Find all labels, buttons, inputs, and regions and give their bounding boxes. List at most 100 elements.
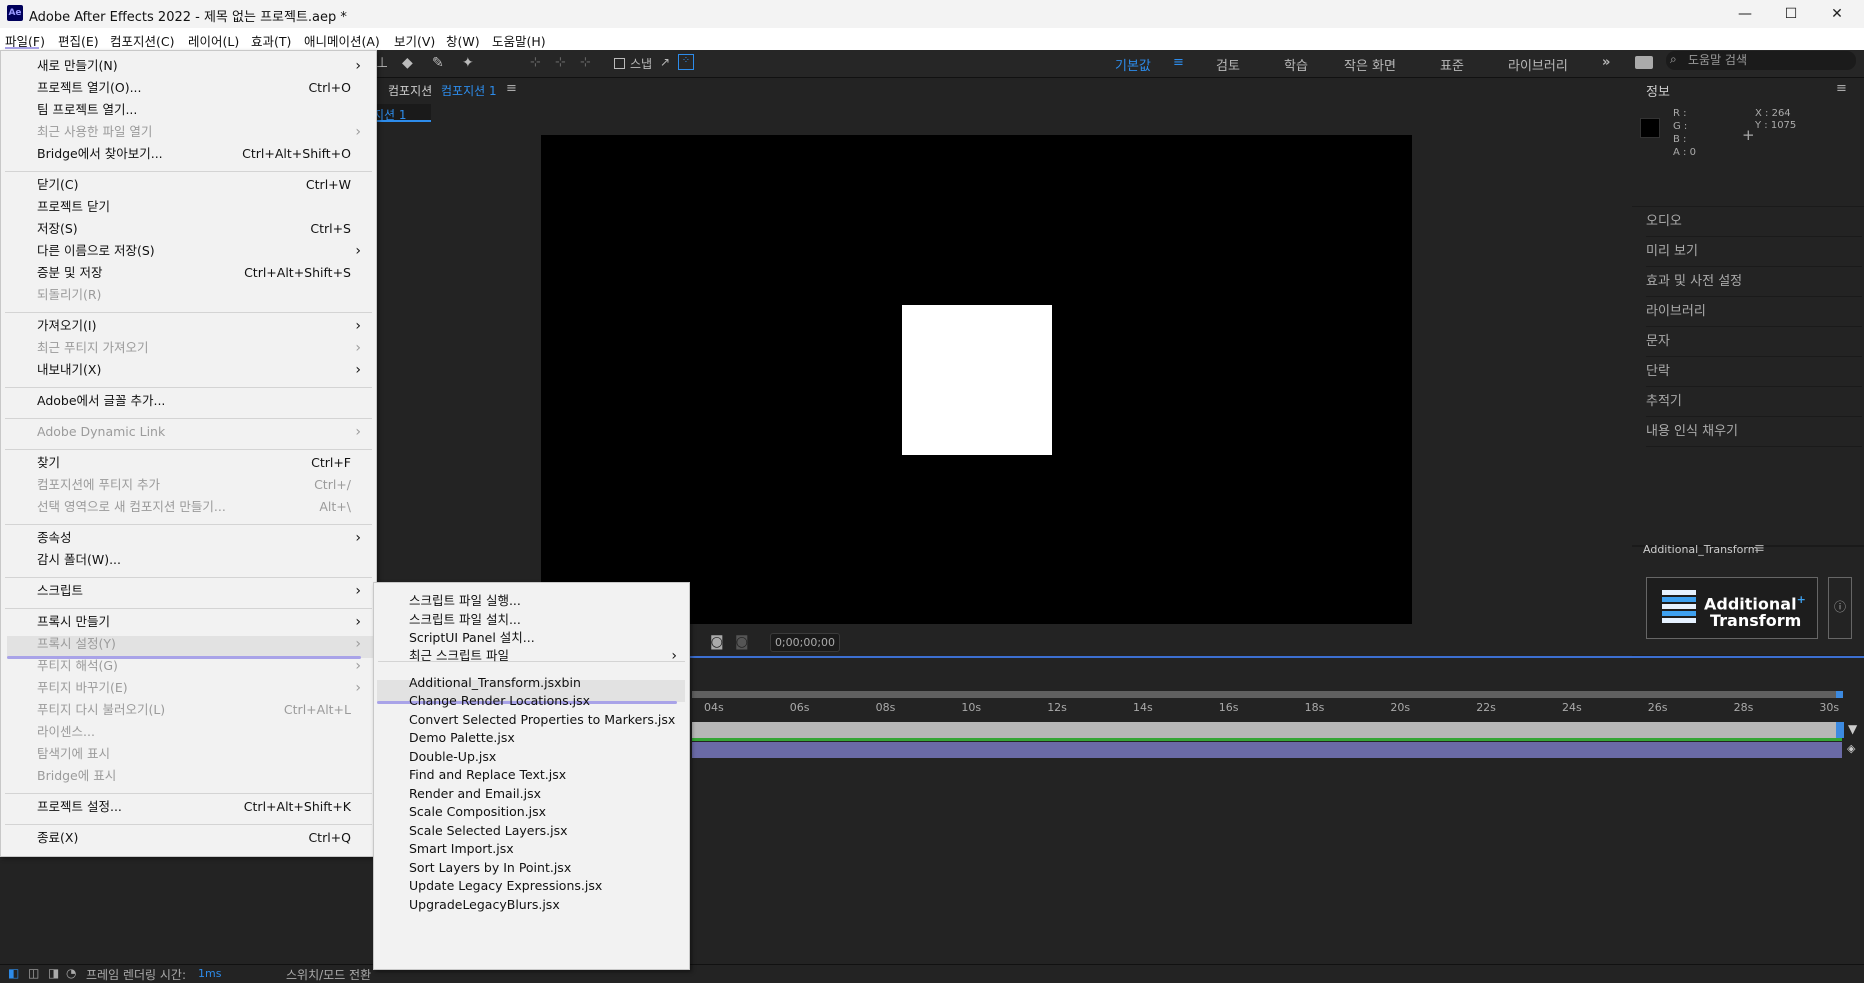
layer-bar-purple[interactable] — [692, 742, 1842, 758]
panel-effects-presets[interactable]: 효과 및 사전 설정 — [1646, 267, 1862, 297]
file-menu-item[interactable]: 새로 만들기(N) › — [37, 55, 367, 77]
file-menu-item[interactable]: 다른 이름으로 저장(S) › — [37, 240, 367, 262]
panel-preview[interactable]: 미리 보기 — [1646, 237, 1862, 267]
white-solid-layer[interactable] — [902, 305, 1052, 455]
file-menu-item[interactable]: 증분 및 저장 Ctrl+Alt+Shift+S — [37, 262, 367, 284]
file-menu-item[interactable]: Adobe에서 글꼴 추가... — [37, 390, 367, 412]
puppet-pin-icon[interactable]: ⊥ — [376, 55, 388, 71]
file-menu-item[interactable]: Bridge에서 찾아보기... Ctrl+Alt+Shift+O — [37, 143, 367, 165]
menu-separator — [5, 387, 372, 388]
script-menu-item[interactable]: 최근 스크립트 파일 › — [409, 645, 689, 667]
panel-content-aware-fill[interactable]: 내용 인식 채우기 — [1646, 417, 1862, 447]
panel-menu-icon[interactable]: ≡ — [506, 81, 517, 96]
layer-end-marker[interactable] — [1836, 722, 1844, 738]
panel-paragraph[interactable]: 단락 — [1646, 357, 1862, 387]
additional-transform-menu-icon[interactable]: ≡ — [1754, 541, 1765, 556]
menu-effect[interactable]: 효과(T) — [251, 31, 291, 50]
info-menu-icon[interactable]: ≡ — [1836, 81, 1847, 96]
layers-toggle-icon[interactable]: ◧ — [8, 966, 19, 980]
file-menu-item[interactable]: 종료(X) Ctrl+Q — [37, 827, 367, 849]
menu-file-underline — [5, 47, 39, 49]
switches-modes-toggle[interactable]: 스위치/모드 전환 — [286, 966, 371, 983]
file-menu-item[interactable]: 저장(S) Ctrl+S — [37, 218, 367, 240]
chevron-right-icon: › — [355, 58, 361, 74]
workspace-more-icon[interactable]: » — [1602, 55, 1610, 70]
file-menu-item-shortcut: Ctrl+Alt+L — [283, 702, 351, 717]
info-panel-title[interactable]: 정보 — [1646, 81, 1670, 100]
workspace-default[interactable]: 기본값 — [1115, 55, 1151, 74]
keyframe-nav-icon[interactable]: ◈ — [1847, 742, 1855, 755]
render-time-icon[interactable]: ◔ — [66, 966, 76, 980]
menu-edit[interactable]: 편집(E) — [58, 31, 99, 50]
layer-bar-gray[interactable] — [692, 722, 1842, 738]
file-menu: 새로 만들기(N) › 프로젝트 열기(O)... Ctrl+O 팀 프로젝트 열기..… — [0, 50, 377, 857]
roto-brush-icon[interactable]: ✎ — [432, 55, 444, 71]
maximize-button[interactable]: ☐ — [1768, 2, 1814, 26]
title-bar: Ae Adobe After Effects 2022 - 제목 없는 프로젝트… — [0, 0, 1864, 28]
file-menu-item-label: 라이센스... — [37, 724, 95, 739]
file-menu-item[interactable]: 내보내기(X) › — [37, 359, 367, 381]
transfer-controls-icon[interactable]: ◨ — [48, 966, 59, 980]
close-button[interactable]: ✕ — [1814, 2, 1860, 26]
workspace-small-screen[interactable]: 작은 화면 — [1344, 55, 1396, 74]
file-menu-item[interactable]: 팀 프로젝트 열기... — [37, 99, 367, 121]
snap-checkbox[interactable] — [614, 58, 625, 69]
panel-tracker[interactable]: 추적기 — [1646, 387, 1862, 417]
time-ruler[interactable] — [692, 700, 1842, 718]
menu-view[interactable]: 보기(V) — [394, 31, 435, 50]
file-menu-item-label: 푸티지 해석(G) — [37, 658, 118, 673]
file-menu-item[interactable]: 프로젝트 열기(O)... Ctrl+O — [37, 77, 367, 99]
time-ruler-tick: 30s — [1819, 701, 1840, 714]
menu-animation[interactable]: 애니메이션(A) — [304, 31, 380, 50]
workspace-menu-icon[interactable]: ≡ — [1173, 55, 1184, 70]
workspace-learn[interactable]: 학습 — [1284, 55, 1308, 74]
menu-composition[interactable]: 컴포지션(C) — [110, 31, 174, 50]
composition-sub-tab[interactable]: 지션 1 — [373, 106, 407, 123]
file-menu-item-label: 감시 폴더(W)... — [37, 552, 122, 567]
work-area-end-handle[interactable] — [1836, 691, 1843, 698]
file-menu-item[interactable]: 종속성 › — [37, 527, 367, 549]
panel-libraries[interactable]: 라이브러리 — [1646, 297, 1862, 327]
chevron-right-icon: › — [355, 424, 361, 440]
workspace-libraries[interactable]: 라이브러리 — [1508, 55, 1568, 74]
file-menu-item[interactable]: 스크립트 › — [37, 580, 367, 602]
menu-help[interactable]: 도움말(H) — [492, 31, 546, 50]
chevron-right-icon: › — [671, 648, 677, 664]
file-menu-item[interactable]: 프록시 만들기 › — [37, 611, 367, 633]
composition-tab-prefix[interactable]: 컴포지션 — [388, 82, 432, 99]
panel-audio[interactable]: 오디오 — [1646, 207, 1862, 237]
eraser-icon[interactable]: ◆ — [402, 55, 413, 71]
pin-tool-icon[interactable]: ✦ — [462, 55, 474, 71]
file-menu-item[interactable]: 감시 폴더(W)... — [37, 549, 367, 571]
viewer-timecode[interactable]: 0;00;00;00 — [770, 633, 840, 652]
workspace-review[interactable]: 검토 — [1216, 55, 1240, 74]
file-menu-item-label: 내보내기(X) — [37, 362, 102, 377]
camera-snapshot-icon[interactable]: ◙ — [710, 634, 724, 650]
script-menu-item[interactable]: UpgradeLegacyBlurs.jsx — [409, 894, 689, 916]
workspace-standard[interactable]: 표준 — [1440, 55, 1464, 74]
file-menu-item[interactable]: 찾기 Ctrl+F — [37, 452, 367, 474]
additional-transform-line2: Transform — [1710, 611, 1802, 631]
menu-layer[interactable]: 레이어(L) — [188, 31, 239, 50]
snap-options-icon[interactable]: ↗ — [660, 55, 670, 69]
work-area-bar[interactable] — [692, 691, 1842, 698]
share-icon[interactable] — [1635, 56, 1653, 69]
axis-view-icon[interactable]: ⊹ — [580, 55, 591, 70]
menu-separator — [5, 577, 372, 578]
file-menu-item[interactable]: 닫기(C) Ctrl+W — [37, 174, 367, 196]
panel-character[interactable]: 문자 — [1646, 327, 1862, 357]
show-snapshot-icon[interactable]: ◙ — [735, 634, 749, 650]
composition-tab-name[interactable]: 컴포지션 1 — [441, 82, 497, 99]
minimize-button[interactable]: — — [1722, 2, 1768, 26]
file-menu-item[interactable]: 프로젝트 닫기 — [37, 196, 367, 218]
comp-end-marker-icon[interactable]: ▼ — [1848, 722, 1857, 736]
additional-transform-panel-title[interactable]: Additional_Transform — [1643, 543, 1758, 556]
menu-window[interactable]: 창(W) — [446, 31, 480, 50]
axis-world-icon[interactable]: ⊹ — [555, 55, 566, 70]
file-menu-item[interactable]: 프로젝트 설정... Ctrl+Alt+Shift+K — [37, 796, 367, 818]
axis-local-icon[interactable]: ⊹ — [530, 55, 541, 70]
help-search-input[interactable]: 도움말 검색 — [1666, 51, 1856, 70]
file-menu-item[interactable]: 가져오기(I) › — [37, 315, 367, 337]
snap-grid-icon[interactable]: ⁘ — [678, 54, 694, 70]
composition-toggle-icon[interactable]: ◫ — [28, 966, 39, 980]
